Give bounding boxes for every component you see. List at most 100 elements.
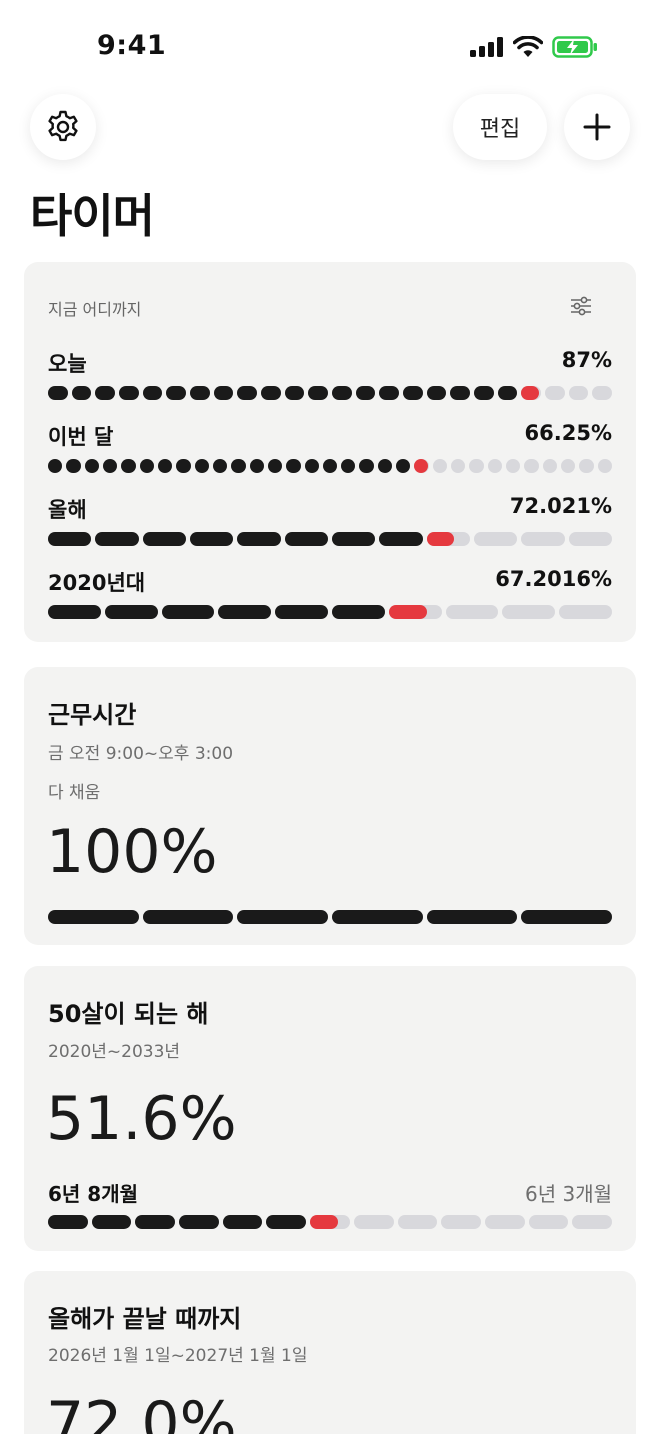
progress-segment bbox=[190, 386, 210, 400]
progress-segment bbox=[267, 459, 283, 473]
status-time: 9:41 bbox=[97, 30, 167, 61]
progress-segment bbox=[213, 386, 234, 400]
progress-segment bbox=[179, 1215, 219, 1229]
timer-range: 2020년~2033년 bbox=[48, 1042, 181, 1062]
today-value: 87% bbox=[561, 348, 612, 372]
month-value: 66.25% bbox=[524, 421, 612, 445]
timer-range: 2026년 1월 1일~2027년 1월 1일 bbox=[48, 1346, 308, 1366]
progress-segment bbox=[355, 386, 376, 400]
progress-segment bbox=[237, 386, 257, 400]
progress-current-fill bbox=[388, 605, 427, 619]
settings-button[interactable] bbox=[30, 94, 96, 160]
progress-segment bbox=[568, 532, 612, 546]
progress-current-fill bbox=[521, 386, 539, 400]
month-progress bbox=[48, 458, 612, 474]
progress-segment bbox=[377, 459, 393, 473]
timer-title: 50살이 되는 해 bbox=[48, 1000, 209, 1028]
progress-segment bbox=[121, 459, 136, 473]
today-progress bbox=[48, 385, 612, 401]
progress-summary-card[interactable]: 지금 어디까지 오늘 87% 이번 달 66.25% 올해 72.021% 20… bbox=[24, 262, 636, 642]
progress-segment bbox=[84, 459, 99, 473]
year-progress bbox=[48, 531, 612, 547]
timer-card[interactable]: 근무시간 금 오전 9:00~오후 3:00 다 채움 100% bbox=[24, 667, 636, 945]
progress-segment bbox=[403, 386, 423, 400]
progress-segment bbox=[379, 532, 423, 546]
progress-segment bbox=[597, 459, 612, 473]
progress-segment bbox=[261, 386, 281, 400]
year-label: 올해 bbox=[48, 498, 87, 522]
progress-segment bbox=[222, 1215, 263, 1229]
progress-segment bbox=[332, 386, 352, 400]
progress-segment bbox=[48, 910, 139, 924]
progress-segment bbox=[484, 1215, 525, 1229]
progress-segment bbox=[284, 386, 305, 400]
progress-segment bbox=[332, 910, 423, 924]
progress-segment bbox=[48, 459, 63, 473]
progress-segment bbox=[284, 532, 328, 546]
progress-segment bbox=[497, 386, 518, 400]
progress-segment bbox=[266, 1215, 307, 1229]
progress-segment bbox=[521, 386, 541, 400]
timer-status: 다 채움 bbox=[48, 783, 101, 803]
progress-segment bbox=[579, 459, 594, 473]
progress-segment bbox=[95, 386, 115, 400]
timer-progress bbox=[48, 909, 612, 925]
progress-segment bbox=[48, 605, 101, 619]
progress-segment bbox=[441, 1215, 481, 1229]
progress-segment bbox=[545, 386, 565, 400]
progress-segment bbox=[572, 1215, 612, 1229]
add-button[interactable] bbox=[564, 94, 630, 160]
progress-segment bbox=[568, 386, 589, 400]
year-value: 72.021% bbox=[509, 494, 612, 518]
progress-segment bbox=[157, 459, 173, 473]
timer-card[interactable]: 올해가 끝날 때까지 2026년 1월 1일~2027년 1월 1일 72.0% bbox=[24, 1271, 636, 1434]
progress-segment bbox=[474, 386, 494, 400]
progress-segment bbox=[275, 605, 328, 619]
progress-current-fill bbox=[426, 532, 455, 546]
progress-segment bbox=[451, 459, 466, 473]
timer-percent: 51.6% bbox=[46, 1084, 237, 1154]
progress-segment bbox=[194, 459, 209, 473]
sliders-icon[interactable] bbox=[570, 296, 592, 316]
progress-segment bbox=[426, 386, 447, 400]
month-label: 이번 달 bbox=[48, 425, 114, 449]
progress-current-fill bbox=[414, 459, 429, 473]
timer-range: 금 오전 9:00~오후 3:00 bbox=[48, 744, 234, 764]
summary-header: 지금 어디까지 bbox=[48, 300, 142, 319]
progress-segment bbox=[218, 605, 272, 619]
timer-percent: 100% bbox=[46, 817, 218, 887]
progress-segment bbox=[237, 532, 281, 546]
wifi-icon bbox=[513, 36, 543, 57]
progress-segment bbox=[212, 459, 228, 473]
today-label: 오늘 bbox=[48, 352, 87, 376]
progress-segment bbox=[502, 605, 556, 619]
progress-segment bbox=[487, 459, 503, 473]
progress-segment bbox=[176, 459, 191, 473]
progress-segment bbox=[341, 459, 356, 473]
progress-segment bbox=[561, 459, 576, 473]
progress-segment bbox=[592, 386, 612, 400]
progress-segment bbox=[353, 1215, 394, 1229]
edit-button[interactable]: 편집 bbox=[453, 94, 547, 160]
progress-segment bbox=[104, 605, 158, 619]
progress-segment bbox=[142, 532, 186, 546]
progress-segment bbox=[388, 605, 442, 619]
progress-segment bbox=[474, 532, 518, 546]
progress-segment bbox=[304, 459, 319, 473]
elapsed-label: 6년 8개월 bbox=[48, 1182, 138, 1206]
progress-segment bbox=[166, 386, 186, 400]
progress-segment bbox=[524, 459, 539, 473]
progress-segment bbox=[469, 459, 484, 473]
progress-segment bbox=[249, 459, 264, 473]
progress-current-fill bbox=[310, 1215, 339, 1229]
progress-segment bbox=[396, 459, 411, 473]
progress-segment bbox=[48, 1215, 88, 1229]
progress-segment bbox=[66, 459, 81, 473]
page-title: 타이머 bbox=[30, 189, 155, 243]
progress-segment bbox=[414, 459, 429, 473]
progress-segment bbox=[322, 459, 338, 473]
progress-segment bbox=[397, 1215, 438, 1229]
progress-segment bbox=[190, 532, 234, 546]
progress-segment bbox=[559, 605, 612, 619]
timer-card[interactable]: 50살이 되는 해 2020년~2033년 51.6% 6년 8개월 6년 3개… bbox=[24, 966, 636, 1251]
